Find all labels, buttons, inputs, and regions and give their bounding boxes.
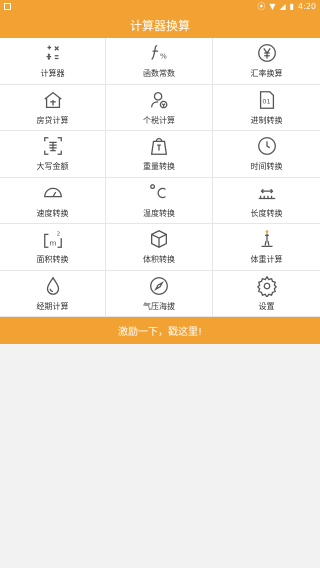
- compass-icon: [148, 275, 170, 297]
- status-right: ⦿ ▼ ◢ ▮ 4:20: [257, 2, 316, 11]
- tool-base-conversion[interactable]: 01 进制转换: [213, 85, 320, 131]
- svg-text:m: m: [49, 239, 56, 248]
- signal-icon: ◢: [279, 1, 286, 11]
- svg-text:%: %: [160, 52, 167, 61]
- tool-label: 进制转换: [250, 115, 283, 125]
- tool-pressure-altitude[interactable]: 气压海拔: [106, 270, 213, 317]
- tool-label: 体重计算: [250, 255, 283, 265]
- svg-text:01: 01: [262, 97, 270, 105]
- location-icon: ⦿: [257, 1, 266, 11]
- wifi-icon: ▼: [269, 1, 276, 11]
- house-loan-icon: [42, 89, 64, 111]
- tool-label: 长度转换: [250, 208, 283, 218]
- status-time: 4:20: [298, 2, 316, 11]
- page-title: 计算器换算: [129, 19, 190, 33]
- gear-icon: [256, 275, 278, 297]
- tool-uppercase-amount[interactable]: 大写金额: [0, 131, 106, 178]
- body-weight-icon: [256, 228, 278, 250]
- app-header: 计算器换算: [0, 13, 320, 38]
- tool-label: 房贷计算: [36, 115, 69, 125]
- tool-label: 汇率换算: [250, 69, 283, 79]
- calculator-icon: [42, 42, 64, 64]
- status-bar: ⦿ ▼ ◢ ▮ 4:20: [0, 0, 320, 13]
- drop-icon: [42, 275, 64, 297]
- tool-label: 设置: [258, 301, 275, 311]
- notification-icon: [4, 3, 11, 10]
- tool-settings[interactable]: 设置: [213, 271, 320, 317]
- tool-temperature[interactable]: 温度转换: [106, 177, 213, 224]
- cube-icon: [148, 228, 170, 250]
- binary-icon: 01: [256, 89, 278, 111]
- tool-label: 重量转换: [143, 162, 175, 172]
- battery-icon: ▮: [289, 1, 295, 11]
- tool-label: 温度转换: [143, 208, 175, 218]
- ruler-icon: [256, 182, 278, 204]
- currency-yen-icon: [256, 42, 278, 64]
- tool-mortgage[interactable]: 房贷计算: [0, 84, 106, 131]
- tool-label: 计算器: [40, 69, 65, 79]
- tool-area[interactable]: m2 面积转换: [0, 224, 106, 271]
- svg-text:2: 2: [56, 232, 60, 238]
- clock-icon: [256, 135, 278, 157]
- temperature-icon: [148, 182, 170, 204]
- tool-length[interactable]: 长度转换: [213, 178, 320, 224]
- empty-area: [0, 344, 320, 568]
- tool-label: 大写金额: [36, 162, 69, 172]
- tool-label: 函数常数: [143, 69, 175, 79]
- tool-weight[interactable]: 重量转换: [106, 131, 213, 178]
- tools-grid: 计算器 % 函数常数 汇率换算 房贷计算 个税计算 01 进制转换 大写金额 重…: [0, 38, 320, 317]
- tool-volume[interactable]: 体积转换: [106, 224, 213, 271]
- tool-body-weight[interactable]: 体重计算: [213, 224, 320, 271]
- function-icon: %: [148, 42, 170, 64]
- weight-icon: [148, 135, 170, 157]
- tool-time[interactable]: 时间转换: [213, 131, 320, 178]
- tool-period[interactable]: 经期计算: [0, 270, 106, 317]
- tool-label: 体积转换: [143, 255, 175, 265]
- tool-label: 个税计算: [143, 115, 175, 125]
- tool-label: 面积转换: [36, 255, 69, 265]
- tool-calculator[interactable]: 计算器: [0, 38, 106, 85]
- area-icon: m2: [42, 228, 64, 250]
- encourage-banner[interactable]: 激励一下，戳这里!: [0, 317, 320, 344]
- tool-label: 气压海拔: [143, 301, 175, 311]
- tool-function-constants[interactable]: % 函数常数: [106, 38, 213, 85]
- tool-speed[interactable]: 速度转换: [0, 177, 106, 224]
- uppercase-amount-icon: [42, 135, 64, 157]
- tool-income-tax[interactable]: 个税计算: [106, 84, 213, 131]
- tool-exchange-rate[interactable]: 汇率换算: [213, 38, 320, 85]
- tool-label: 时间转换: [250, 162, 283, 172]
- banner-text: 激励一下，戳这里!: [117, 327, 202, 338]
- person-tax-icon: [148, 89, 170, 111]
- tool-label: 速度转换: [36, 208, 69, 218]
- speedometer-icon: [42, 182, 64, 204]
- tool-label: 经期计算: [36, 301, 69, 311]
